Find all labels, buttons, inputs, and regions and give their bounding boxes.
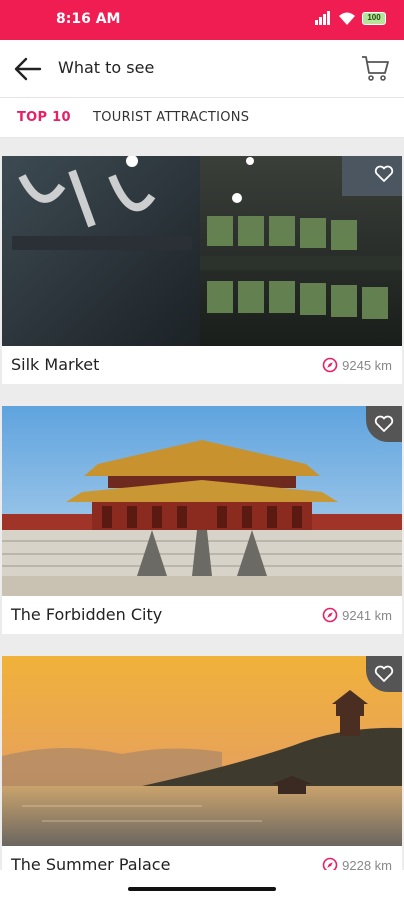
card-footer: The Forbidden City 9241 km — [2, 596, 402, 634]
card-footer: Silk Market 9245 km — [2, 346, 402, 384]
card-footer: The Summer Palace 9228 km — [2, 846, 402, 870]
compass-icon — [322, 857, 338, 870]
place-name: The Forbidden City — [11, 605, 163, 624]
place-distance: 9241 km — [342, 607, 392, 623]
place-image — [2, 156, 402, 346]
place-card-silk-market[interactable]: Silk Market 9245 km — [2, 156, 402, 384]
place-name: The Summer Palace — [11, 855, 171, 870]
status-icons: 100 — [314, 11, 386, 25]
place-distance: 9228 km — [342, 857, 392, 871]
cart-icon[interactable] — [360, 53, 390, 83]
heart-icon — [374, 415, 394, 432]
tab-top-10[interactable]: TOP 10 — [17, 110, 71, 125]
signal-icon — [315, 11, 330, 25]
place-card-summer-palace[interactable]: The Summer Palace 9228 km — [2, 656, 402, 870]
wifi-icon — [339, 12, 355, 25]
place-image — [2, 656, 402, 846]
place-distance: 9245 km — [342, 357, 392, 373]
compass-icon — [322, 357, 338, 373]
heart-icon — [374, 665, 394, 682]
status-time: 8:16 AM — [56, 11, 121, 27]
place-card-forbidden-city[interactable]: The Forbidden City 9241 km — [2, 406, 402, 634]
place-name: Silk Market — [11, 355, 100, 374]
app-bar: What to see — [0, 40, 404, 98]
status-bar: 8:16 AM 100 — [0, 0, 404, 40]
arrow-left-icon[interactable] — [12, 54, 44, 84]
tab-tourist-attractions[interactable]: TOURIST ATTRACTIONS — [93, 110, 249, 125]
compass-icon — [322, 607, 338, 623]
home-indicator[interactable] — [128, 887, 276, 891]
battery-icon: 100 — [362, 11, 386, 25]
bottom-gesture-area — [0, 870, 404, 900]
place-image — [2, 406, 402, 596]
distance-info: 9245 km — [322, 357, 392, 373]
page-title: What to see — [58, 58, 155, 77]
distance-info: 9241 km — [322, 607, 392, 623]
heart-icon — [374, 165, 394, 182]
distance-info: 9228 km — [322, 857, 392, 870]
tab-bar: TOP 10 TOURIST ATTRACTIONS — [0, 98, 404, 138]
